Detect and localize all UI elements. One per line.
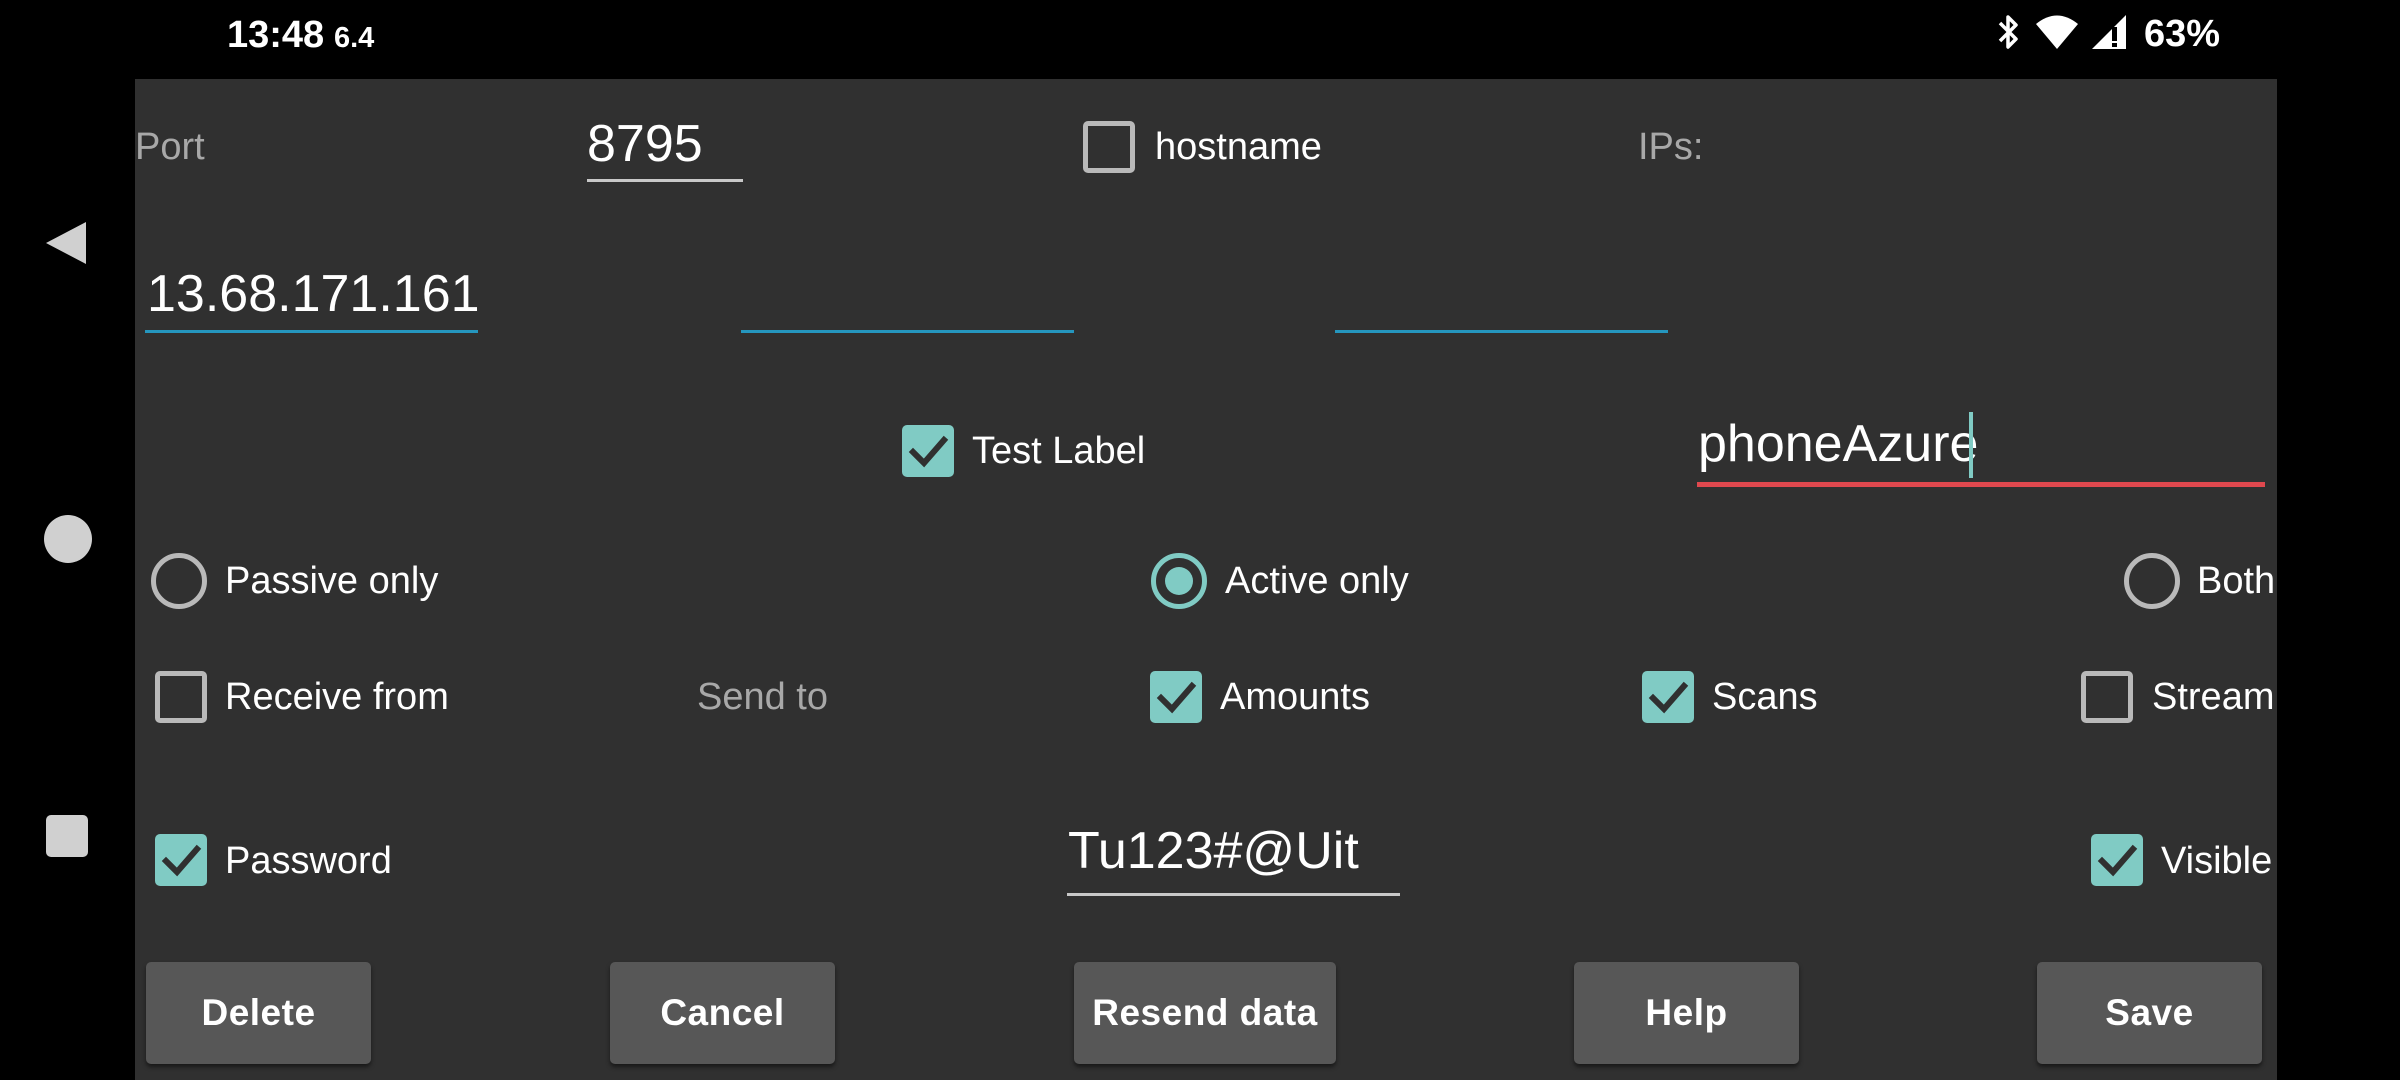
both-label: Both xyxy=(2197,560,2276,602)
status-time: 13:48 xyxy=(227,14,325,56)
scans-checkbox[interactable] xyxy=(1642,671,1694,723)
port-value: 8795 xyxy=(587,115,703,173)
home-icon[interactable] xyxy=(44,515,92,563)
password-underline xyxy=(1067,893,1400,896)
amounts-label: Amounts xyxy=(1220,676,1370,718)
text-cursor xyxy=(1969,412,1973,478)
battery-percent: 63% xyxy=(2143,13,2220,55)
stream-checkbox[interactable] xyxy=(2081,671,2133,723)
delete-button[interactable]: Delete xyxy=(146,962,371,1064)
name-field-underline xyxy=(1697,482,2265,487)
password-checkbox[interactable] xyxy=(155,834,207,886)
stream-label: Stream xyxy=(2152,676,2275,718)
active-only-radio[interactable] xyxy=(1151,553,1207,609)
name-field-value: phoneAzure xyxy=(1698,415,1979,473)
test-label-text: Test Label xyxy=(972,430,1146,472)
port-label: Port xyxy=(135,126,205,168)
ip-field-1-value: 13.68.171.161 xyxy=(147,265,480,323)
passive-only-label: Passive only xyxy=(225,560,439,602)
bluetooth-icon xyxy=(1994,12,2024,57)
active-only-label: Active only xyxy=(1225,560,1409,602)
visible-checkbox[interactable] xyxy=(2091,834,2143,886)
ip-field-2-underline xyxy=(741,330,1074,333)
save-button[interactable]: Save xyxy=(2037,962,2262,1064)
hostname-checkbox[interactable] xyxy=(1083,121,1135,173)
status-icons: 63% xyxy=(1994,12,2220,57)
settings-panel: Port 8795 hostname IPs: 13.68.171.161 Te… xyxy=(135,79,2277,1080)
ip-field-3-underline xyxy=(1335,330,1668,333)
hostname-label: hostname xyxy=(1155,126,1322,168)
password-value: Tu123#@Uit xyxy=(1068,822,1359,880)
receive-from-label: Receive from xyxy=(225,676,449,718)
cancel-button[interactable]: Cancel xyxy=(610,962,835,1064)
test-label-checkbox[interactable] xyxy=(902,425,954,477)
port-underline xyxy=(587,179,743,182)
back-icon[interactable] xyxy=(42,218,90,273)
scans-label: Scans xyxy=(1712,676,1818,718)
password-label: Password xyxy=(225,840,392,882)
both-radio[interactable] xyxy=(2124,553,2180,609)
resend-data-button[interactable]: Resend data xyxy=(1074,962,1336,1064)
ip-field-1-underline xyxy=(145,330,478,333)
receive-from-checkbox[interactable] xyxy=(155,671,207,723)
visible-label: Visible xyxy=(2161,840,2273,882)
signal-icon xyxy=(2090,13,2128,56)
send-to-label: Send to xyxy=(697,676,828,718)
passive-only-radio[interactable] xyxy=(151,553,207,609)
amounts-checkbox[interactable] xyxy=(1150,671,1202,723)
help-button[interactable]: Help xyxy=(1574,962,1799,1064)
status-sub-value: 6.4 xyxy=(334,22,375,54)
wifi-icon xyxy=(2034,13,2080,56)
recents-icon[interactable] xyxy=(46,815,88,857)
ips-label: IPs: xyxy=(1638,126,1704,168)
